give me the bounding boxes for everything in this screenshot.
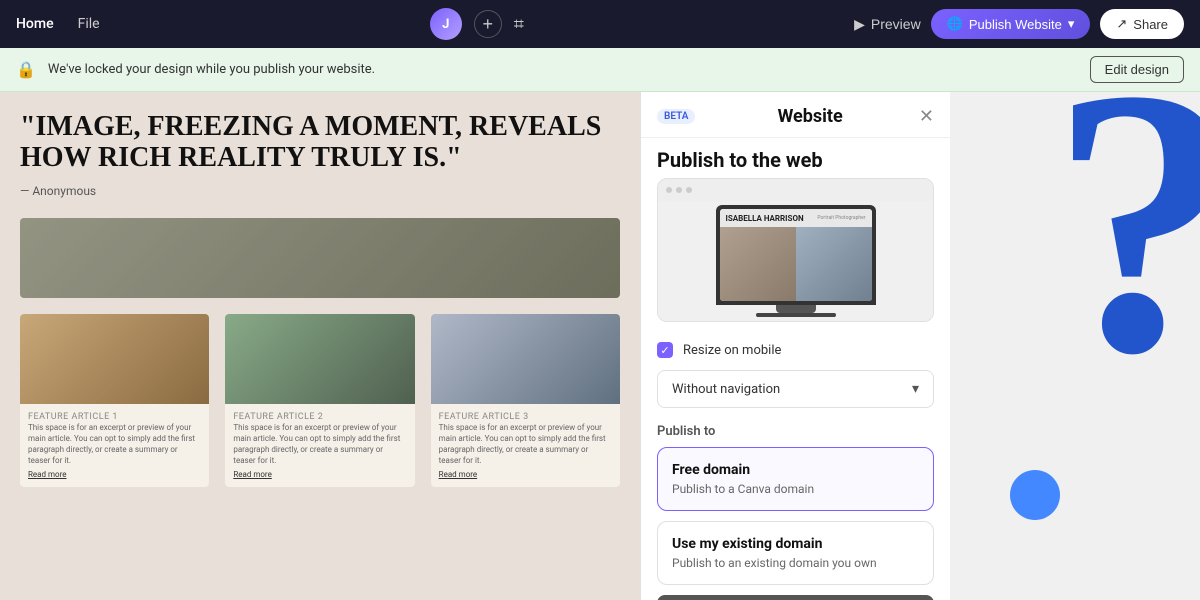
laptop-stand (776, 305, 816, 313)
preview-screen-body (720, 227, 872, 301)
list-item: FEATURE ARTICLE 3 This space is for an e… (431, 314, 620, 488)
preview-name: ISABELLA HARRISON (726, 214, 804, 223)
browser-dot-yellow (676, 187, 682, 193)
lock-bar: 🔒 We've locked your design while you pub… (0, 48, 1200, 92)
preview-screen-image-1 (720, 227, 796, 301)
free-domain-card[interactable]: Free domain Publish to a Canva domain (657, 447, 934, 511)
lock-icon: 🔒 (16, 60, 36, 79)
feature-desc-2: This space is for an excerpt or preview … (233, 422, 406, 467)
list-item: FEATURE ARTICLE 2 This space is for an e… (225, 314, 414, 488)
existing-domain-card[interactable]: Use my existing domain Publish to an exi… (657, 521, 934, 585)
existing-domain-title: Use my existing domain (672, 536, 919, 552)
navigation-dropdown[interactable]: Without navigation ▾ (657, 370, 934, 408)
preview-laptop: ISABELLA HARRISON Portrait Photographer (716, 205, 876, 305)
share-button[interactable]: ↗ Share (1100, 9, 1184, 39)
browser-dot-green (686, 187, 692, 193)
preview-button[interactable]: ▶ Preview (854, 16, 921, 33)
preview-content: ISABELLA HARRISON Portrait Photographer (658, 201, 933, 321)
beta-badge: BETA (657, 109, 695, 124)
top-navigation: Home File J + ⌗ ▶ Preview 🌐 Publish Webs… (0, 0, 1200, 48)
right-decoration: ? (950, 92, 1200, 600)
feature-image-2 (225, 314, 414, 404)
right-panel: BETA Website ✕ Publish to the web ISABEL… (640, 92, 950, 600)
edit-design-button[interactable]: Edit design (1090, 56, 1184, 83)
chevron-down-icon: ▾ (1068, 16, 1075, 32)
blue-circle-decoration (1010, 470, 1060, 520)
stats-icon[interactable]: ⌗ (514, 14, 524, 35)
browser-bar (658, 179, 933, 201)
quote-block: "IMAGE, FREEZING A MOMENT, REVEALS HOW R… (0, 92, 640, 218)
list-item: FEATURE ARTICLE 1 This space is for an e… (20, 314, 209, 488)
get-started-button[interactable]: Get started (657, 595, 934, 600)
publish-to-label: Publish to (641, 420, 950, 447)
share-icon: ↗ (1116, 16, 1127, 32)
preview-screen-image-2 (796, 227, 872, 301)
preview-screen: ISABELLA HARRISON Portrait Photographer (720, 209, 872, 301)
feature-grid: FEATURE ARTICLE 1 This space is for an e… (0, 314, 640, 488)
content-area: "IMAGE, FREEZING A MOMENT, REVEALS HOW R… (0, 92, 640, 600)
resize-mobile-checkbox[interactable]: ✓ (657, 342, 673, 358)
preview-screen-header: ISABELLA HARRISON Portrait Photographer (720, 209, 872, 227)
play-icon: ▶ (854, 16, 865, 33)
existing-domain-description: Publish to an existing domain you own (672, 556, 919, 570)
feature-image-3 (431, 314, 620, 404)
nav-home[interactable]: Home (16, 16, 54, 32)
feature-label-2: FEATURE ARTICLE 2 (233, 412, 406, 422)
lock-message: We've locked your design while you publi… (48, 62, 1078, 77)
main-layout: "IMAGE, FREEZING A MOMENT, REVEALS HOW R… (0, 92, 1200, 600)
resize-mobile-label: Resize on mobile (683, 343, 781, 358)
free-domain-description: Publish to a Canva domain (672, 482, 919, 496)
navigation-dropdown-value: Without navigation (672, 382, 780, 397)
chevron-down-icon: ▾ (912, 381, 919, 397)
panel-tab-label: Website (778, 106, 843, 127)
feature-label-3: FEATURE ARTICLE 3 (439, 412, 612, 422)
panel-header: BETA Website ✕ (641, 92, 950, 138)
read-more-3[interactable]: Read more (439, 470, 612, 479)
read-more-2[interactable]: Read more (233, 470, 406, 479)
globe-icon: 🌐 (947, 16, 963, 32)
checkmark-icon: ✓ (660, 344, 669, 357)
preview-subtitle: Portrait Photographer (817, 215, 865, 221)
feature-desc-1: This space is for an excerpt or preview … (28, 422, 201, 467)
resize-mobile-row: ✓ Resize on mobile (641, 334, 950, 366)
quote-text: "IMAGE, FREEZING A MOMENT, REVEALS HOW R… (20, 112, 620, 174)
quote-author: — Anonymous (20, 184, 620, 198)
avatar: J (430, 8, 462, 40)
publish-panel-title: Publish to the web (641, 138, 950, 178)
nav-right: ▶ Preview 🌐 Publish Website ▾ ↗ Share (854, 9, 1184, 39)
question-mark-decoration: ? (1050, 92, 1200, 412)
feature-label-1: FEATURE ARTICLE 1 (28, 412, 201, 422)
read-more-1[interactable]: Read more (28, 470, 201, 479)
publish-website-button[interactable]: 🌐 Publish Website ▾ (931, 9, 1091, 39)
nav-center: J + ⌗ (430, 8, 524, 40)
add-collaborator-button[interactable]: + (474, 10, 502, 38)
feature-desc-3: This space is for an excerpt or preview … (439, 422, 612, 467)
laptop-base (756, 313, 836, 317)
website-preview: ISABELLA HARRISON Portrait Photographer (657, 178, 934, 322)
feature-image-1 (20, 314, 209, 404)
close-panel-button[interactable]: ✕ (919, 106, 934, 127)
browser-dot-red (666, 187, 672, 193)
free-domain-title: Free domain (672, 462, 919, 478)
nav-file[interactable]: File (78, 16, 100, 32)
